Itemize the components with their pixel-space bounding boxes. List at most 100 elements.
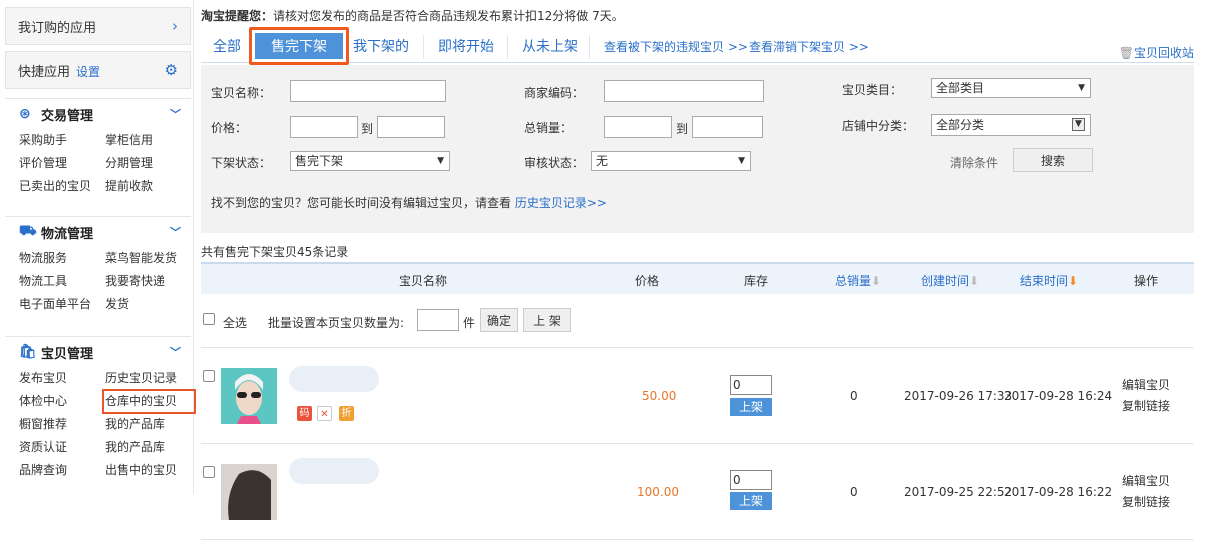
sort-icon: ⬇ xyxy=(969,274,980,288)
sidebar-link[interactable]: 发货 xyxy=(105,293,195,316)
col-sales[interactable]: 总销量⬇ xyxy=(835,272,881,289)
name-input[interactable] xyxy=(290,80,446,102)
shop-category-select[interactable]: 全部分类 ▼ xyxy=(931,114,1091,136)
tab-all[interactable]: 全部 xyxy=(213,35,241,59)
batch-bar: 全选 批量设置本页宝贝数量为: 件 确定 上 架 xyxy=(201,294,1194,348)
tab-upcoming[interactable]: 即将开始 xyxy=(423,35,494,59)
code-label: 商家编码： xyxy=(524,86,585,100)
sidebar-link[interactable]: 我的产品库 xyxy=(105,413,195,436)
sidebar-link[interactable]: 体检中心 xyxy=(19,390,105,413)
chevron-down-icon: ﹀ xyxy=(170,226,181,239)
category-label: 宝贝类目： xyxy=(842,83,903,97)
dropdown-arrow-icon: ▼ xyxy=(738,156,745,166)
shelve-row-button[interactable]: 上架 xyxy=(730,398,772,416)
sidebar-link[interactable]: 采购助手 xyxy=(19,129,105,152)
shop-category-label: 店铺中分类： xyxy=(842,119,915,133)
product-title-blurred xyxy=(289,458,379,484)
sidebar-link[interactable]: 掌柜信用 xyxy=(105,129,195,152)
select-all-label: 全选 xyxy=(223,316,248,330)
sidebar-link[interactable]: 出售中的宝贝 xyxy=(105,459,195,482)
dropdown-arrow-icon: ▼ xyxy=(1072,118,1085,131)
product-thumbnail[interactable] xyxy=(221,464,277,520)
sidebar-link[interactable]: 橱窗推荐 xyxy=(19,413,105,436)
sidebar-link[interactable]: 我要寄快递 xyxy=(105,270,195,293)
search-button[interactable]: 搜索 xyxy=(1013,148,1093,172)
sidebar-link[interactable]: 历史宝贝记录 xyxy=(105,367,195,390)
clear-button[interactable]: 清除条件 xyxy=(950,154,998,171)
price-label: 价格： xyxy=(211,121,248,135)
recycle-bin-link[interactable]: 🗑宝贝回收站 xyxy=(1119,44,1194,61)
col-price: 价格 xyxy=(635,274,660,288)
sales-min-input[interactable] xyxy=(604,116,672,138)
category-select[interactable]: 全部类目 ▼ xyxy=(931,78,1091,98)
sidebar-link[interactable]: 资质认证 xyxy=(19,436,105,459)
ended-time: 2017-09-28 16:24 xyxy=(1004,389,1113,403)
unsold-link[interactable]: 查看滞销下架宝贝 >> xyxy=(749,35,869,59)
tab-mine[interactable]: 我下架的 xyxy=(353,35,409,59)
row-checkbox[interactable] xyxy=(203,466,215,478)
stock-input[interactable]: 0 xyxy=(730,470,772,490)
sort-desc-icon: ⬇ xyxy=(1068,274,1079,288)
sales-label: 总销量： xyxy=(524,121,573,135)
history-link[interactable]: 历史宝贝记录>> xyxy=(515,196,607,210)
sidebar-link[interactable]: 菜鸟智能发货 xyxy=(105,247,195,270)
quick-apps-settings-link[interactable]: 设置 xyxy=(76,65,100,79)
stock-input[interactable]: 0 xyxy=(730,375,772,395)
gear-icon[interactable]: ⚙ xyxy=(165,61,178,79)
code-input[interactable] xyxy=(604,80,764,102)
sidebar-link[interactable]: 分期管理 xyxy=(105,152,195,175)
subscribed-apps-item[interactable]: 我订购的应用 › xyxy=(5,7,191,45)
code-badge: 码 xyxy=(297,406,312,421)
sidebar-link-warehouse[interactable]: 仓库中的宝贝 xyxy=(102,389,196,414)
price-max-input[interactable] xyxy=(377,116,445,138)
sidebar-link[interactable]: 品牌查询 xyxy=(19,459,105,482)
edit-link[interactable]: 编辑宝贝 xyxy=(1122,376,1170,393)
sales-max-input[interactable] xyxy=(692,116,763,138)
created-time: 2017-09-25 22:52 xyxy=(904,485,1013,499)
sidebar-link[interactable]: 提前收款 xyxy=(105,175,195,198)
confirm-button[interactable]: 确定 xyxy=(480,308,518,332)
copy-link[interactable]: 复制链接 xyxy=(1122,493,1170,510)
price-min-input[interactable] xyxy=(290,116,358,138)
row-checkbox[interactable] xyxy=(203,370,215,382)
sidebar-link[interactable]: 物流服务 xyxy=(19,247,105,270)
discount-badge: 折 xyxy=(339,406,354,421)
table-row: 码 ✕ 折 50.00 0 上架 0 2017-09-26 17:33 2017… xyxy=(201,348,1194,444)
audit-select[interactable]: 无 ▼ xyxy=(591,151,751,171)
shelve-button[interactable]: 上 架 xyxy=(523,308,571,332)
sort-icon: ⬇ xyxy=(871,274,882,288)
sidebar-link[interactable]: 我的产品库 xyxy=(105,436,195,459)
price-value: 100.00 xyxy=(637,485,679,499)
copy-link[interactable]: 复制链接 xyxy=(1122,397,1170,414)
shelve-row-button[interactable]: 上架 xyxy=(730,492,772,510)
sidebar-link[interactable]: 发布宝贝 xyxy=(19,367,105,390)
edit-link[interactable]: 编辑宝贝 xyxy=(1122,472,1170,489)
sidebar-link[interactable]: 评价管理 xyxy=(19,152,105,175)
col-stock: 库存 xyxy=(744,274,769,288)
audit-label: 审核状态： xyxy=(524,156,585,170)
section-title[interactable]: ⊛ 交易管理 ﹀ xyxy=(5,99,191,129)
sidebar-section-logistics: ⛟ 物流管理 ﹀ 物流服务 菜鸟智能发货 物流工具 我要寄快递 电子面单平台 发货 xyxy=(5,216,191,316)
section-title[interactable]: 🛍 宝贝管理 ﹀ xyxy=(5,337,191,367)
product-thumbnail[interactable] xyxy=(221,368,277,424)
sidebar-link[interactable]: 电子面单平台 xyxy=(19,293,105,316)
sidebar-link[interactable]: 物流工具 xyxy=(19,270,105,293)
sidebar-section-items: 🛍 宝贝管理 ﹀ 发布宝贝 历史宝贝记录 体检中心 仓库中的宝贝 橱窗推荐 我的产品… xyxy=(5,336,196,482)
select-all-checkbox[interactable] xyxy=(203,313,215,325)
tab-sold-out[interactable]: 售完下架 xyxy=(249,27,349,65)
sidebar-link[interactable]: 已卖出的宝贝 xyxy=(19,175,105,198)
sales-value: 0 xyxy=(850,485,858,499)
price-to-label: 到 xyxy=(361,122,374,136)
col-name: 宝贝名称 xyxy=(399,274,448,288)
quick-apps-label: 快捷应用 xyxy=(18,64,71,80)
col-created[interactable]: 创建时间⬇ xyxy=(921,272,979,289)
col-ended[interactable]: 结束时间⬇ xyxy=(1020,272,1078,289)
status-select[interactable]: 售完下架 ▼ xyxy=(290,151,450,171)
chevron-right-icon: › xyxy=(172,17,178,35)
violation-link[interactable]: 查看被下架的违规宝贝 >> xyxy=(589,35,748,59)
truck-icon: ⛟ xyxy=(19,223,37,239)
batch-quantity-input[interactable] xyxy=(417,309,459,331)
tab-never[interactable]: 从未上架 xyxy=(507,35,578,59)
section-title[interactable]: ⛟ 物流管理 ﹀ xyxy=(5,217,191,247)
batch-label: 批量设置本页宝贝数量为: xyxy=(268,316,405,330)
